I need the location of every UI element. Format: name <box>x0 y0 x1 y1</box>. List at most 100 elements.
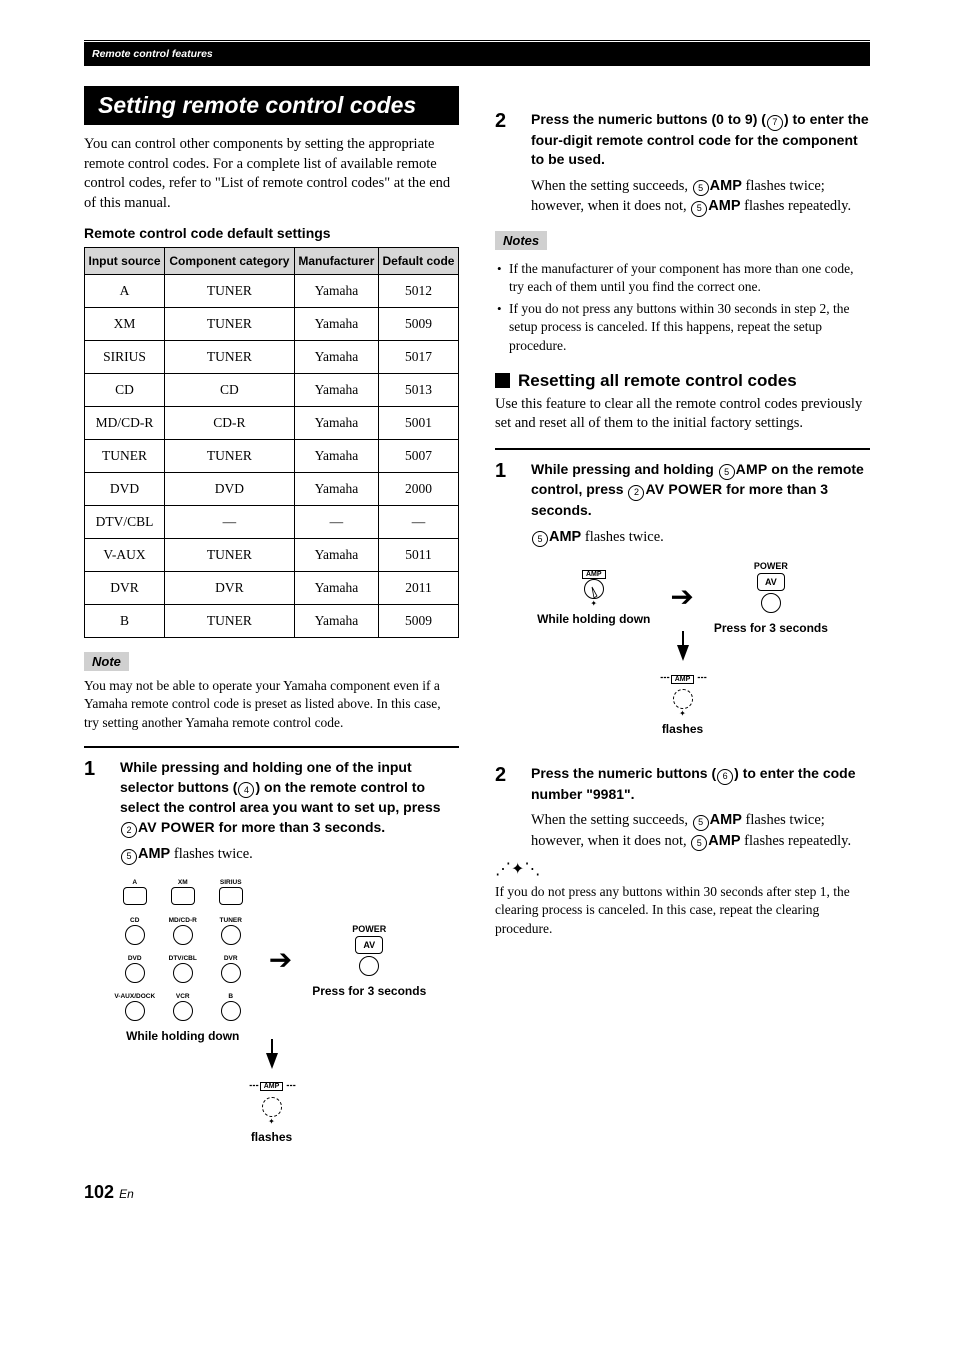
table-cell: TUNER <box>164 275 294 308</box>
codes-table: Input source Component category Manufact… <box>84 247 459 638</box>
table-header: Manufacturer <box>294 248 378 275</box>
table-cell: 5001 <box>378 407 458 440</box>
table-cell: 5009 <box>378 308 458 341</box>
round-button-icon <box>221 925 241 945</box>
table-cell: CD <box>164 374 294 407</box>
round-button-icon <box>173 963 193 983</box>
figure-input-buttons: AXMSIRIUSCDMD/CD-RTUNERDVDDTV/CBLDVRV-AU… <box>84 879 459 1144</box>
page: Remote control features Setting remote c… <box>0 0 954 1348</box>
table-row: BTUNERYamaha5009 <box>85 605 459 638</box>
table-cell: 5007 <box>378 440 458 473</box>
table-cell: 5009 <box>378 605 458 638</box>
table-cell: — <box>294 506 378 539</box>
remote-button: DTV/CBL <box>165 955 201 987</box>
table-cell: TUNER <box>85 440 165 473</box>
page-number-value: 102 <box>84 1182 114 1202</box>
amp-label: AMP <box>138 846 170 862</box>
step-number: 1 <box>84 758 120 865</box>
ref-icon-5: 5 <box>693 815 709 831</box>
table-cell: CD <box>85 374 165 407</box>
round-button-icon <box>125 925 145 945</box>
reset-steps: 1 While pressing and holding 5AMP on the… <box>495 448 870 547</box>
text: flashes repeatedly. <box>741 833 852 849</box>
ref-icon-2: 2 <box>121 822 137 838</box>
step-body: While pressing and holding 5AMP on the r… <box>531 460 870 547</box>
tip-icon: ⋰✦⋱ <box>495 859 540 879</box>
sparkle-icon: ✦ <box>268 1117 275 1126</box>
power-label: POWER <box>352 924 386 934</box>
remote-button-label: DTV/CBL <box>169 955 197 962</box>
footer: 102 En <box>84 1182 870 1203</box>
table-row: DVDDVDYamaha2000 <box>85 473 459 506</box>
avpower-label: AV POWER <box>645 481 722 497</box>
remote-button: DVD <box>117 955 153 987</box>
table-header-row: Input source Component category Manufact… <box>85 248 459 275</box>
step-1: 1 While pressing and holding one of the … <box>84 748 459 865</box>
table-cell: A <box>85 275 165 308</box>
finger-icon <box>591 586 605 600</box>
remote-button-label: A <box>132 879 137 886</box>
text: Press the numeric buttons ( <box>531 765 716 781</box>
arrow-right-icon: ➔ <box>670 584 693 612</box>
table-header: Component category <box>164 248 294 275</box>
table-cell: Yamaha <box>294 275 378 308</box>
table-cell: 5017 <box>378 341 458 374</box>
amp-button-icon <box>584 579 604 599</box>
flash-dots-icon: ┄ <box>249 1079 257 1095</box>
power-button-icon <box>359 956 379 976</box>
note-text: You may not be able to operate your Yama… <box>84 677 459 732</box>
figure-caption-left: While holding down <box>537 612 650 626</box>
reset-step-1: 1 While pressing and holding 5AMP on the… <box>495 450 870 547</box>
columns: Setting remote control codes You can con… <box>84 86 870 1162</box>
table-cell: DVD <box>164 473 294 506</box>
step-body: While pressing and holding one of the in… <box>120 758 459 865</box>
note-label: Note <box>84 652 129 671</box>
reset-steps-2: 2 Press the numeric buttons (6) to enter… <box>495 754 870 851</box>
power-label: POWER <box>754 561 788 571</box>
round-button-icon <box>173 1001 193 1021</box>
page-number-suffix: En <box>119 1187 134 1201</box>
power-block: POWER AV Press for 3 seconds <box>714 561 828 635</box>
text: Press the numeric buttons (0 to 9) ( <box>531 111 766 127</box>
table-cell: Yamaha <box>294 407 378 440</box>
amp-label: AMP <box>549 529 581 545</box>
table-row: DVRDVRYamaha2011 <box>85 572 459 605</box>
subsection-title: Resetting all remote control codes <box>518 371 797 391</box>
table-cell: — <box>378 506 458 539</box>
remote-button-label: SIRIUS <box>220 879 242 886</box>
step-number: 1 <box>495 460 531 547</box>
text: for more than 3 seconds. <box>215 819 385 835</box>
notes-list: If the manufacturer of your component ha… <box>495 260 870 355</box>
step-number: 2 <box>495 110 531 217</box>
table-cell: MD/CD-R <box>85 407 165 440</box>
table-header: Input source <box>85 248 165 275</box>
step-aftertext: 5AMP flashes twice. <box>531 527 870 548</box>
remote-button: V-AUX/DOCK <box>117 993 153 1025</box>
top-rule <box>84 40 870 41</box>
step-number: 2 <box>495 764 531 851</box>
figure-row: AMP ✦ While holding down ➔ POWER AV Pres… <box>495 561 870 635</box>
round-button-icon <box>221 1001 241 1021</box>
remote-button: CD <box>117 917 153 949</box>
table-cell: Yamaha <box>294 473 378 506</box>
reset-step-2: 2 Press the numeric buttons (6) to enter… <box>495 754 870 851</box>
av-button: AV <box>355 936 383 954</box>
arrow-right-icon: ➔ <box>269 947 292 975</box>
figure-row: AXMSIRIUSCDMD/CD-RTUNERDVDDTV/CBLDVRV-AU… <box>84 879 459 1043</box>
rect-button-icon <box>219 887 243 905</box>
text: While pressing and holding <box>531 461 718 477</box>
figure-reset: AMP ✦ While holding down ➔ POWER AV Pres… <box>495 561 870 736</box>
table-row: DTV/CBL——— <box>85 506 459 539</box>
arrow-down-icon <box>266 1053 278 1069</box>
left-steps: 1 While pressing and holding one of the … <box>84 746 459 865</box>
notes-label: Notes <box>495 231 547 250</box>
amp-flash-figure: ┄ AMP ┄ ✦ flashes <box>495 665 870 736</box>
figure-caption-right: Press for 3 seconds <box>312 984 426 998</box>
amp-flash-figure: ┄ AMP ┄ ✦ flashes <box>84 1073 459 1144</box>
flash-dots-icon: ┄ <box>286 1079 294 1095</box>
amp-label: AMP <box>708 833 740 849</box>
round-button-icon <box>125 963 145 983</box>
av-button: AV <box>757 573 785 591</box>
table-cell: XM <box>85 308 165 341</box>
table-row: V-AUXTUNERYamaha5011 <box>85 539 459 572</box>
